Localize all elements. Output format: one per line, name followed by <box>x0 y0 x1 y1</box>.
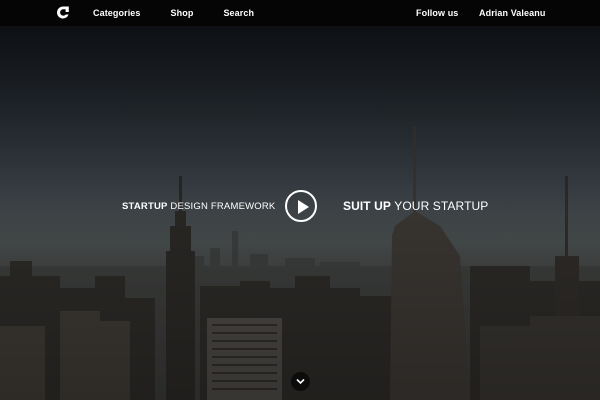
nav-categories[interactable]: Categories <box>93 8 141 18</box>
nav-follow-us[interactable]: Follow us <box>416 8 458 18</box>
tagline-right-bold: SUIT UP <box>343 199 392 213</box>
tagline-left-rest: DESIGN FRAMEWORK <box>167 201 276 212</box>
play-icon <box>298 200 309 214</box>
hero-tagline-left: STARTUP DESIGN FRAMEWORK <box>122 201 275 212</box>
scroll-down-button[interactable] <box>291 372 310 391</box>
chevron-down-icon <box>296 378 305 385</box>
hero-section: STARTUP DESIGN FRAMEWORK SUIT UP YOUR ST… <box>0 26 600 400</box>
nav-shop[interactable]: Shop <box>171 8 194 18</box>
top-navigation-bar: Categories Shop Search Follow us Adrian … <box>0 0 600 26</box>
nav-search[interactable]: Search <box>223 8 254 18</box>
play-video-button[interactable] <box>285 190 317 222</box>
tagline-right-rest: YOUR STARTUP <box>391 199 489 213</box>
hero-tagline-right: SUIT UP YOUR STARTUP <box>343 199 488 213</box>
tagline-left-bold: STARTUP <box>122 201 168 212</box>
primary-nav: Categories Shop Search <box>93 0 284 26</box>
nav-user-account[interactable]: Adrian Valeanu <box>479 8 545 18</box>
c-logo-icon[interactable] <box>56 5 70 21</box>
